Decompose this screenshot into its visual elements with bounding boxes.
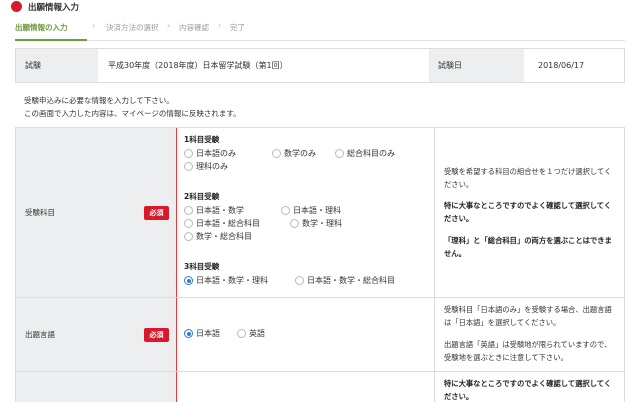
step-confirm: 内容確認 xyxy=(179,23,209,32)
next-help: 特に大事なところですのでよく確認して選択してください。 xyxy=(436,372,624,402)
group-title-one: 1科目受験 xyxy=(184,135,220,144)
steps-active-bar xyxy=(15,39,87,41)
subjects-help: 受験を希望する科目の組合せを１つだけ選択してください。 特に大事なところですので… xyxy=(436,128,624,297)
language-options: 日本語 英語 xyxy=(178,298,435,371)
radio-circle-icon[interactable] xyxy=(295,276,304,285)
help-text: 受験を希望する科目の組合せを１つだけ選択してください。 xyxy=(444,167,612,189)
application-form: 受験科目 必須 1科目受験 日本語のみ 数学のみ 総合科目のみ 理科のみ 2科目… xyxy=(15,127,625,402)
exam-date-label: 試験日 xyxy=(429,49,524,82)
help-text-emphasis: 特に大事なところですのでよく確認して選択してください。 xyxy=(444,379,612,401)
group-title-two: 2科目受験 xyxy=(184,192,220,201)
step-complete: 完了 xyxy=(230,23,245,32)
language-row: 出題言語 必須 日本語 英語 受験科目「日本語のみ」を受験する場合、出題言語は「… xyxy=(16,298,624,372)
instruction-line: 受験申込みに必要な情報を入力して下さい。 xyxy=(24,96,174,105)
page-title: 出願情報入力 xyxy=(28,3,80,13)
required-badge: 必須 xyxy=(144,328,169,342)
subjects-row: 受験科目 必須 1科目受験 日本語のみ 数学のみ 総合科目のみ 理科のみ 2科目… xyxy=(16,128,624,298)
radio-circle-icon[interactable] xyxy=(272,149,281,158)
radio-circle-icon[interactable] xyxy=(237,329,246,338)
steps-divider xyxy=(15,40,625,41)
instructions: 受験申込みに必要な情報を入力して下さい。 この画面で入力した内容は、マイページの… xyxy=(24,94,241,120)
page-header: 出願情報入力 xyxy=(0,0,640,14)
subjects-label: 受験科目 xyxy=(25,208,55,217)
instruction-line: この画面で入力した内容は、マイページの情報に反映されます。 xyxy=(24,109,241,118)
language-label: 出題言語 xyxy=(25,330,55,339)
help-text: 出題言語「英語」は受験地が限られていますので、受験地を選ぶときに注意して下さい。 xyxy=(444,340,612,362)
radio-circle-icon[interactable] xyxy=(184,149,193,158)
step-payment: 決済方法の選択 xyxy=(106,23,159,32)
red-dot-icon xyxy=(11,1,22,12)
radio-circle-icon[interactable] xyxy=(184,162,193,171)
help-text: 受験科目「日本語のみ」を受験する場合、出題言語は「日本語」を選択してください。 xyxy=(444,305,612,327)
exam-label: 試験 xyxy=(16,49,98,82)
chevron-right-icon: › xyxy=(92,21,96,30)
subjects-label-cell: 受験科目 必須 xyxy=(16,128,177,297)
exam-info-table: 試験 平成30年度（2018年度）日本留学試験（第1回） 試験日 2018/06… xyxy=(15,48,625,83)
help-text-emphasis: 特に大事なところですのでよく確認して選択してください。 xyxy=(444,201,612,223)
radio-selected-icon[interactable] xyxy=(184,276,193,285)
step-input: 出願情報の入力 xyxy=(15,23,68,32)
radio-circle-icon[interactable] xyxy=(184,232,193,241)
next-options xyxy=(178,372,435,402)
help-text-emphasis: 「理科」と「総合科目」の両方を選ぶことはできません。 xyxy=(444,236,612,258)
radio-circle-icon[interactable] xyxy=(184,206,193,215)
radio-circle-icon[interactable] xyxy=(184,219,193,228)
next-label-cell xyxy=(16,372,177,402)
required-badge: 必須 xyxy=(144,206,169,220)
exam-date-value: 2018/06/17 xyxy=(538,61,585,70)
language-help: 受験科目「日本語のみ」を受験する場合、出題言語は「日本語」を選択してください。 … xyxy=(436,298,624,371)
radio-circle-icon[interactable] xyxy=(281,206,290,215)
exam-value: 平成30年度（2018年度）日本留学試験（第1回） xyxy=(108,61,288,70)
radio-selected-icon[interactable] xyxy=(184,329,193,338)
chevron-right-icon: › xyxy=(218,21,222,30)
radio-circle-icon[interactable] xyxy=(290,219,299,228)
subjects-options: 1科目受験 日本語のみ 数学のみ 総合科目のみ 理科のみ 2科目受験 日本語・数… xyxy=(178,128,435,297)
language-label-cell: 出題言語 必須 xyxy=(16,298,177,371)
next-row: 特に大事なところですのでよく確認して選択してください。 xyxy=(16,372,624,402)
radio-circle-icon[interactable] xyxy=(335,149,344,158)
chevron-right-icon: › xyxy=(167,21,171,30)
group-title-three: 3科目受験 xyxy=(184,262,220,271)
